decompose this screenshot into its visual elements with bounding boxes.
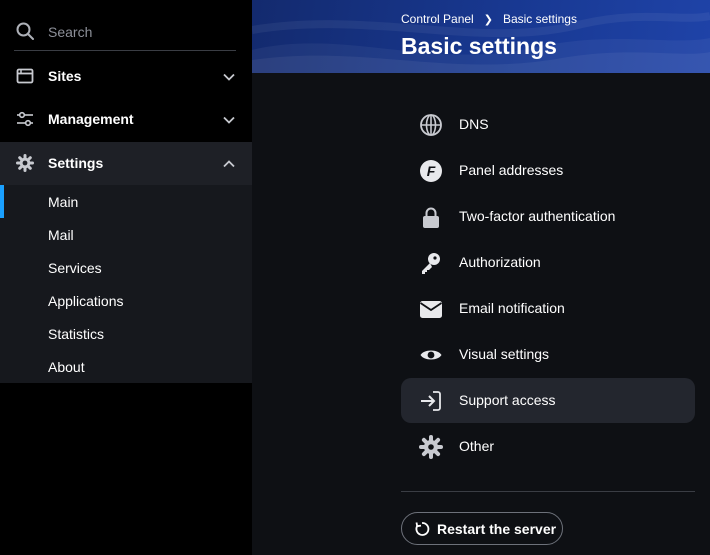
menu-item-other[interactable]: Other xyxy=(401,424,695,469)
menu-item-visual-settings[interactable]: Visual settings xyxy=(401,332,695,377)
page-header: Control Panel ❯ Basic settings Basic set… xyxy=(252,0,710,73)
search-icon xyxy=(16,22,34,40)
browser-window-icon xyxy=(16,68,34,84)
main-content: Control Panel ❯ Basic settings Basic set… xyxy=(252,0,710,555)
menu-item-email-notification[interactable]: Email notification xyxy=(401,286,695,331)
menu-item-label: DNS xyxy=(459,116,489,132)
eye-icon xyxy=(420,350,442,360)
sidebar-subitem-main[interactable]: Main xyxy=(0,185,252,218)
gear-icon xyxy=(419,435,443,459)
menu-item-label: Visual settings xyxy=(459,346,550,362)
page-title: Basic settings xyxy=(401,33,557,59)
menu-item-label: Panel addresses xyxy=(459,162,564,178)
app-window: Sites Management xyxy=(0,0,710,555)
menu-item-support-access[interactable]: Support access xyxy=(401,378,695,423)
menu-item-panel-addresses[interactable]: F Panel addresses xyxy=(401,148,695,193)
active-indicator xyxy=(0,185,4,218)
menu-item-label: Two-factor authentication xyxy=(459,208,616,224)
sliders-icon xyxy=(17,111,33,127)
menu-item-authorization[interactable]: Authorization xyxy=(401,240,695,285)
sidebar-item-management[interactable]: Management xyxy=(0,98,252,141)
settings-group: Settings Main Mail Services Applications… xyxy=(0,142,252,383)
gear-icon xyxy=(16,154,34,172)
sidebar-subitem-label: Applications xyxy=(48,293,124,309)
sidebar-subitem-statistics[interactable]: Statistics xyxy=(0,317,252,350)
breadcrumb-basic-settings: Basic settings xyxy=(502,12,577,26)
restart-server-button[interactable]: Restart the server xyxy=(401,512,563,545)
lock-icon xyxy=(423,207,439,228)
sidebar-subitem-mail[interactable]: Mail xyxy=(0,218,252,251)
sidebar-subitem-applications[interactable]: Applications xyxy=(0,284,252,317)
sidebar-item-sites[interactable]: Sites xyxy=(0,55,252,98)
menu-item-label: Other xyxy=(459,438,495,454)
chevron-up-icon xyxy=(223,160,235,168)
breadcrumb: Control Panel ❯ Basic settings xyxy=(401,12,577,26)
sidebar-item-label: Management xyxy=(48,111,134,127)
menu-item-label: Support access xyxy=(459,392,556,408)
menu-item-two-factor[interactable]: Two-factor authentication xyxy=(401,194,695,239)
menu-item-dns[interactable]: DNS xyxy=(401,102,695,147)
sidebar-item-settings[interactable]: Settings xyxy=(0,142,252,185)
chevron-down-icon xyxy=(223,116,235,124)
globe-icon xyxy=(420,114,442,136)
sidebar-subitem-label: About xyxy=(48,359,85,375)
panel-logo-icon: F xyxy=(420,160,442,182)
arrow-right-icon xyxy=(421,391,441,411)
sidebar-item-label: Settings xyxy=(48,155,104,171)
sidebar-subitem-label: Mail xyxy=(48,227,74,243)
sidebar-subitem-label: Statistics xyxy=(48,326,105,342)
breadcrumb-separator-icon: ❯ xyxy=(483,13,493,26)
sidebar-subitem-label: Services xyxy=(48,260,102,276)
sidebar: Sites Management xyxy=(0,0,252,555)
divider xyxy=(401,491,695,492)
svg-text:F: F xyxy=(427,163,436,179)
sidebar-item-label: Sites xyxy=(48,68,82,84)
restart-button-label: Restart the server xyxy=(437,521,557,537)
search-box[interactable] xyxy=(14,10,236,51)
sidebar-subitem-about[interactable]: About xyxy=(0,350,252,383)
sidebar-subitem-services[interactable]: Services xyxy=(0,251,252,284)
menu-item-label: Authorization xyxy=(459,254,541,270)
sidebar-subitem-label: Main xyxy=(48,194,79,210)
search-input[interactable] xyxy=(46,20,230,44)
key-icon xyxy=(422,253,440,274)
chevron-down-icon xyxy=(223,73,235,81)
restart-icon xyxy=(415,522,430,536)
envelope-icon xyxy=(420,301,442,318)
breadcrumb-control-panel[interactable]: Control Panel xyxy=(401,12,474,26)
menu-item-label: Email notification xyxy=(459,300,565,316)
